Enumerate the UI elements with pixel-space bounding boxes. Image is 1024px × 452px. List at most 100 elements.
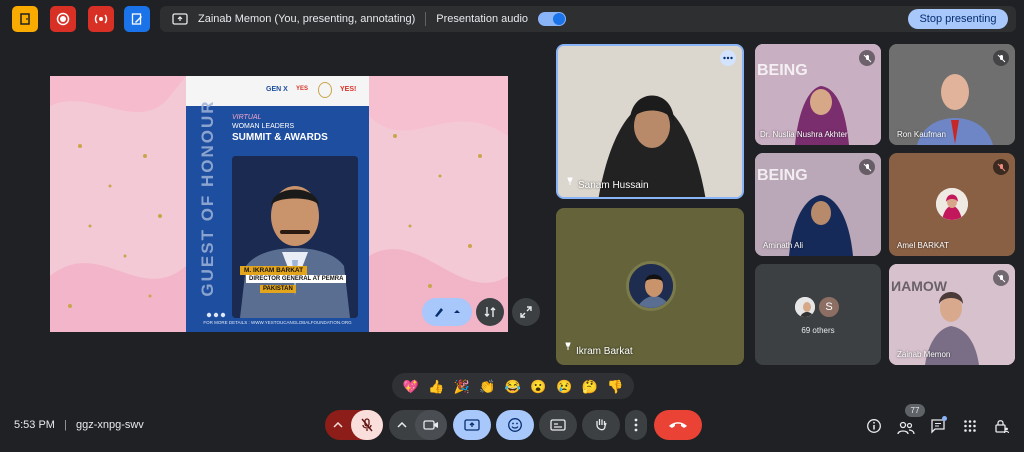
chat-button[interactable] (928, 416, 948, 436)
live-stream-button[interactable] (88, 6, 114, 32)
record-icon (56, 12, 70, 26)
others-tile[interactable]: S 69 others (755, 264, 881, 365)
separator: | (64, 419, 67, 431)
speaker-photo (232, 156, 358, 318)
reactions-bar: 💖 👍 🎉 👏 😂 😮 😢 🤔 👎 (392, 373, 634, 399)
expand-icon (520, 306, 532, 318)
mic-off-icon (997, 163, 1005, 171)
participant-name: Dr. Nuslia Nushra Akhter (760, 130, 848, 139)
women-leaders-label: WOMAN LEADERS (232, 123, 295, 130)
participant-tile[interactable]: Sanam Hussain (556, 44, 744, 199)
meeting-details-button[interactable] (864, 416, 884, 436)
presentation-bar: Zainab Memon (You, presenting, annotatin… (160, 6, 1016, 32)
others-count-label: 69 others (801, 326, 835, 335)
poster-footer: FOR MORE DETAILS : WWW.YESTOUCANGLOBALFO… (203, 320, 352, 325)
logo-text: YES! (340, 86, 357, 93)
clock-time: 5:53 PM (14, 419, 55, 431)
chevron-up-icon (397, 422, 407, 428)
mic-muted-indicator (993, 50, 1009, 66)
reaction-thumbs-down[interactable]: 👎 (607, 380, 623, 393)
logo-mark (318, 82, 332, 98)
mic-muted-indicator (859, 50, 875, 66)
closed-caption-icon (550, 419, 566, 431)
mic-muted-indicator (993, 270, 1009, 286)
exit-app-button[interactable] (12, 6, 38, 32)
participant-tile[interactable]: Ikram Barkat (556, 208, 744, 365)
emoji-icon (508, 418, 522, 432)
mic-control-group (325, 410, 383, 440)
reaction-party[interactable]: 🎉 (454, 380, 470, 393)
fullscreen-button[interactable] (512, 298, 540, 326)
divider (425, 12, 427, 26)
camera-control-group (389, 410, 447, 440)
info-icon (867, 419, 881, 433)
captions-button[interactable] (539, 410, 577, 440)
reaction-heart[interactable]: 💖 (403, 380, 419, 393)
mic-off-icon (997, 274, 1005, 282)
reaction-surprised[interactable]: 😮 (530, 380, 546, 393)
reaction-laugh[interactable]: 😂 (505, 380, 521, 393)
presentation-audio-toggle[interactable] (538, 12, 567, 26)
reactions-button[interactable] (496, 410, 534, 440)
door-icon (20, 13, 30, 25)
camera-options-button[interactable] (389, 422, 415, 428)
lock-person-icon (995, 420, 1010, 434)
banner-text: WOMAN (891, 278, 947, 294)
reaction-thumbs-up[interactable]: 👍 (428, 380, 444, 393)
people-icon (897, 421, 915, 435)
banner-text: BEING (757, 62, 808, 79)
camera-toggle-button[interactable] (415, 410, 447, 440)
notification-dot (942, 416, 947, 421)
logo-text: YES (296, 86, 309, 92)
speaker-country: PAKISTAN (260, 285, 296, 293)
present-button[interactable] (453, 410, 491, 440)
present-screen-icon (172, 13, 188, 25)
mic-toggle-button[interactable] (351, 410, 383, 440)
pin-icon (566, 172, 574, 190)
record-button[interactable] (50, 6, 76, 32)
participant-tile[interactable]: Ron Kaufman (889, 44, 1015, 145)
swap-layout-button[interactable] (476, 298, 504, 326)
pin-icon (564, 337, 572, 355)
chevron-up-icon (333, 422, 343, 428)
hand-icon (596, 419, 607, 431)
participant-tile[interactable]: BEING Dr. Nuslia Nushra Akhter (755, 44, 881, 145)
presentation-audio-label: Presentation audio (436, 13, 529, 25)
apps-grid-icon (964, 420, 976, 432)
annotate-button[interactable] (422, 298, 472, 326)
edit-document-icon (131, 13, 142, 25)
activities-button[interactable] (960, 416, 980, 436)
participant-name: Zainab Memon (897, 350, 951, 359)
participant-name: Ikram Barkat (576, 346, 633, 357)
shared-presentation: GEN X YES YES! GUEST OF HONOUR VIRTUAL W… (50, 76, 508, 332)
swap-vertical-icon (484, 307, 496, 317)
reaction-sad[interactable]: 😢 (556, 380, 572, 393)
leave-call-button[interactable] (654, 410, 702, 440)
notes-button[interactable] (124, 6, 150, 32)
broadcast-icon (94, 14, 108, 24)
pen-icon (435, 308, 460, 317)
avatar-letter: S (817, 295, 841, 319)
more-options-button[interactable] (720, 50, 736, 66)
mic-off-icon (863, 54, 871, 62)
host-controls-button[interactable] (992, 416, 1012, 436)
participant-tile[interactable]: WOMAN Zainab Memon (889, 264, 1015, 365)
virtual-label: VIRTUAL (232, 114, 262, 121)
meeting-info: 5:53 PM | ggz-xnpg-swv (14, 419, 144, 431)
stop-presenting-button[interactable]: Stop presenting (908, 9, 1008, 29)
mic-options-button[interactable] (325, 422, 351, 428)
reaction-thinking[interactable]: 🤔 (582, 380, 598, 393)
people-count-badge: 77 (905, 404, 925, 417)
mic-off-icon (863, 163, 871, 171)
raise-hand-button[interactable] (582, 410, 620, 440)
reaction-clap[interactable]: 👏 (479, 380, 495, 393)
participant-tile[interactable]: BEING Aminath Ali (755, 153, 881, 256)
participant-name: Ron Kaufman (897, 130, 946, 139)
presenter-label: Zainab Memon (You, presenting, annotatin… (198, 13, 416, 25)
mic-off-icon (997, 54, 1005, 62)
mic-muted-indicator (993, 159, 1009, 175)
people-button[interactable] (896, 418, 916, 438)
more-options-button[interactable] (625, 410, 647, 440)
participant-tile[interactable]: Amel BARKAT (889, 153, 1015, 256)
participant-name: Amel BARKAT (897, 241, 949, 250)
